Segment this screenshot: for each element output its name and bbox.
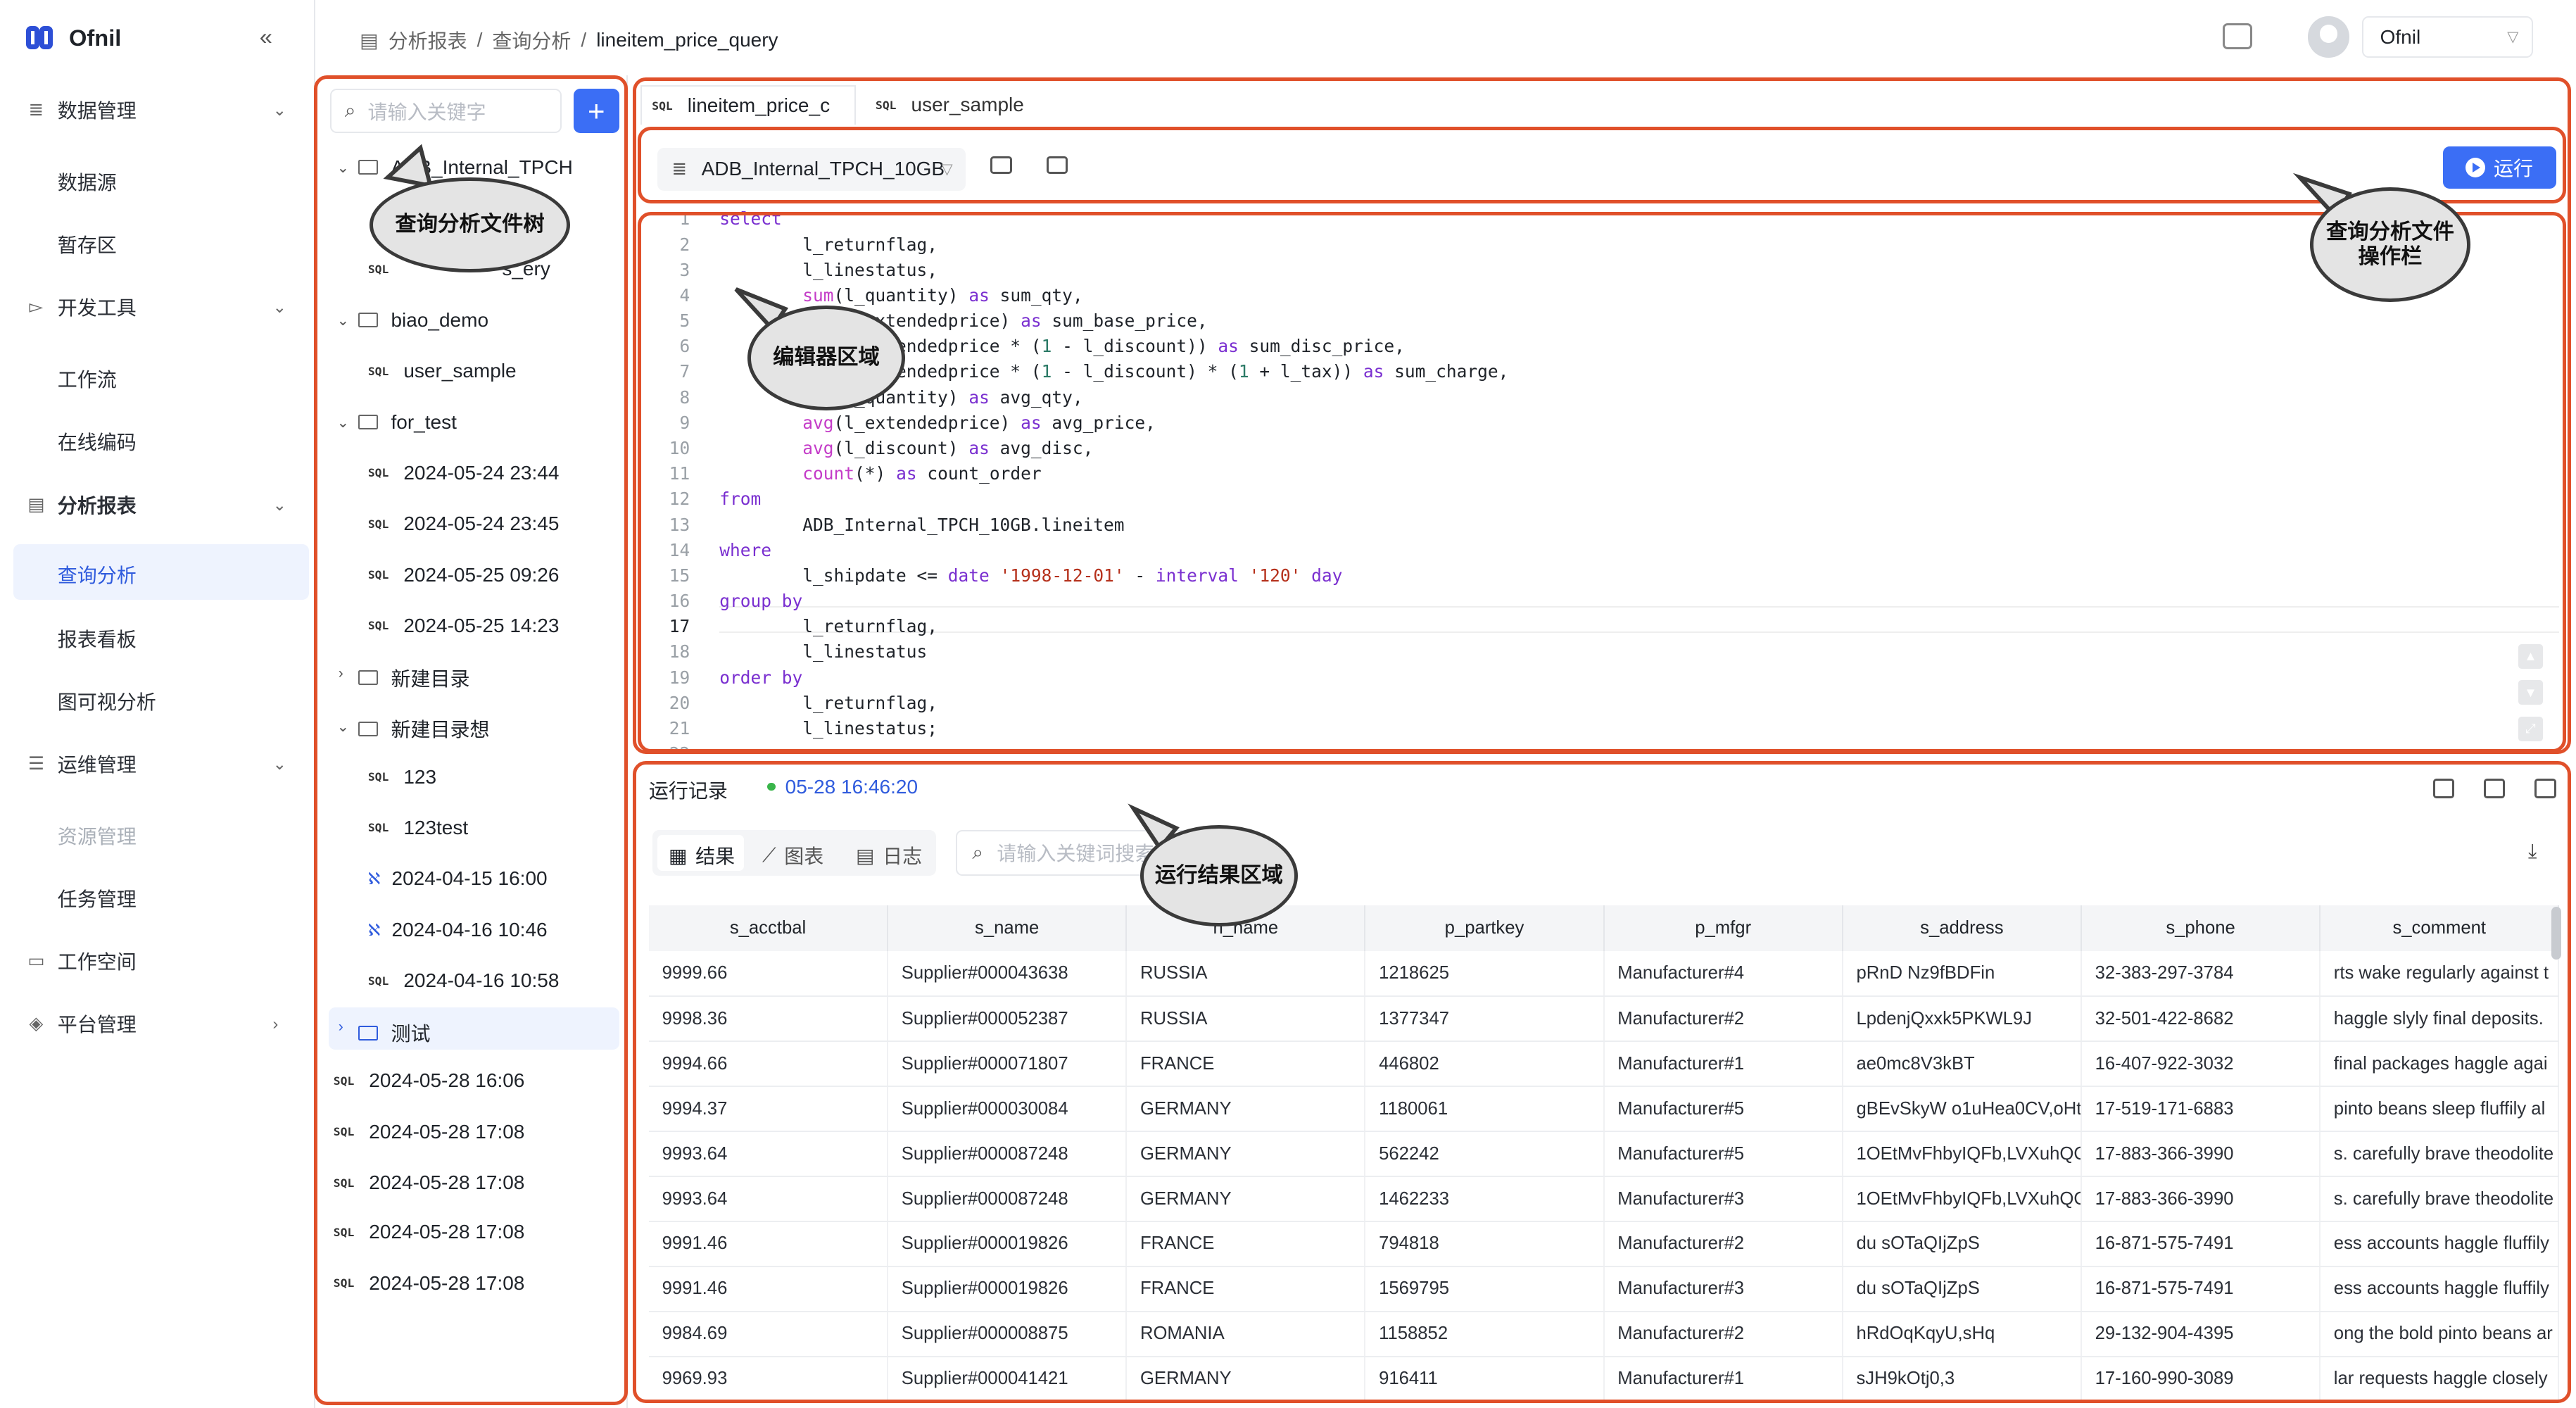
app-root: Ofnil « ≣ 数据管理 ⌄ 数据源 暂存区 ▻ 开发工具 ⌄ 工作流 在线…: [0, 0, 2576, 1408]
annotation-results: 运行结果区域: [1139, 824, 1298, 927]
annotation-editor: 编辑器区域: [747, 306, 906, 411]
annotation-toolbar: 查询分析文件 操作栏: [2309, 187, 2471, 303]
annotation-tree: 查询分析文件树: [370, 177, 570, 273]
